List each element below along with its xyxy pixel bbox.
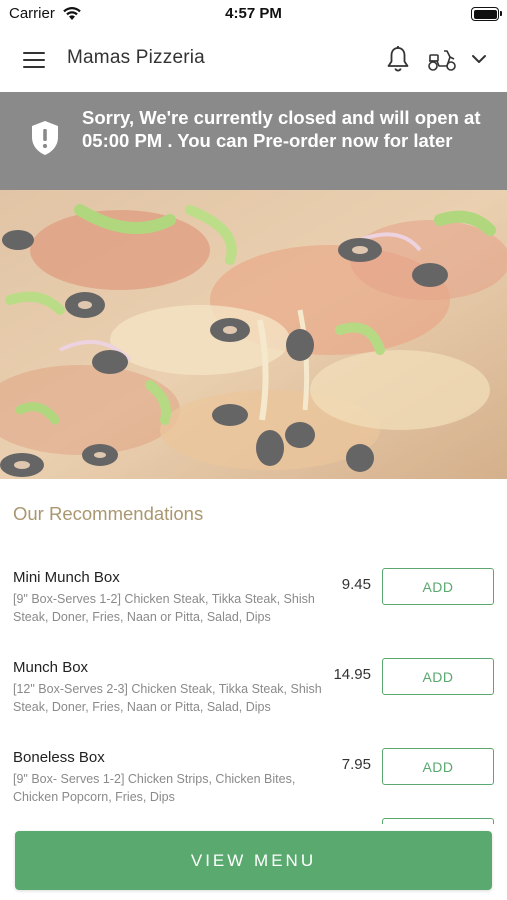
item-name: Munch Box xyxy=(13,659,89,676)
item-price: 14.95 xyxy=(333,666,371,683)
closed-message: Sorry, We're currently closed and will o… xyxy=(82,107,481,151)
battery-icon xyxy=(471,7,502,21)
add-button[interactable]: ADD xyxy=(382,658,494,695)
bell-icon[interactable] xyxy=(385,45,411,73)
item-name: Boneless Box xyxy=(13,749,105,766)
status-bar: Carrier 4:57 PM xyxy=(0,0,507,28)
item-description: [9" Box-Serves 1-2] Chicken Steak, Tikka… xyxy=(13,592,315,624)
hero-pizza-image xyxy=(0,190,507,479)
add-button[interactable]: ADD xyxy=(382,568,494,605)
item-price: 9.45 xyxy=(341,576,371,593)
item-description: [12" Box-Serves 2-3] Chicken Steak, Tikk… xyxy=(13,682,322,714)
item-name: Mini Munch Box xyxy=(13,569,120,586)
add-button-partial[interactable] xyxy=(382,818,494,824)
add-button[interactable]: ADD xyxy=(382,748,494,785)
item-description: [9" Box- Serves 1-2] Chicken Strips, Chi… xyxy=(13,772,296,804)
restaurant-title: Mamas Pizzeria xyxy=(67,47,205,68)
menu-item[interactable]: Boneless Box [9" Box- Serves 1-2] Chicke… xyxy=(0,745,507,829)
clock: 4:57 PM xyxy=(225,5,282,22)
scooter-icon[interactable] xyxy=(426,47,458,73)
app-header: Mamas Pizzeria xyxy=(0,28,507,92)
menu-item[interactable]: Munch Box [12" Box-Serves 2-3] Chicken S… xyxy=(0,655,507,739)
item-price: 7.95 xyxy=(341,756,371,773)
chevron-down-icon[interactable] xyxy=(470,52,488,66)
section-title: Our Recommendations xyxy=(13,503,204,524)
view-menu-button[interactable]: VIEW MENU xyxy=(15,831,492,890)
closed-notice-banner: Sorry, We're currently closed and will o… xyxy=(0,92,507,190)
menu-item[interactable]: Mini Munch Box [9" Box-Serves 1-2] Chick… xyxy=(0,565,507,649)
menu-icon[interactable] xyxy=(20,48,48,72)
shield-alert-icon xyxy=(32,121,58,155)
